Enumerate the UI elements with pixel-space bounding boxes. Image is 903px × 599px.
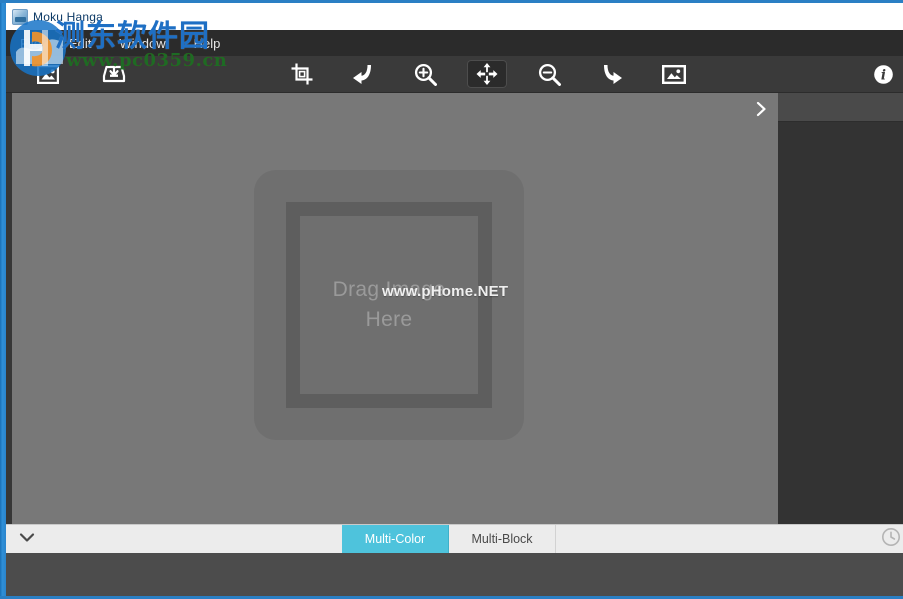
clock-circle-icon <box>881 527 901 552</box>
title-bar: Moku Hanga <box>6 3 903 30</box>
menu-item-file[interactable]: File <box>6 33 55 54</box>
dropzone-frame <box>286 202 492 408</box>
redo-button[interactable] <box>592 60 632 88</box>
redo-arrow-icon <box>600 63 624 85</box>
info-circle-icon: i <box>873 64 894 85</box>
chevron-down-icon <box>19 530 35 548</box>
image-dropzone[interactable]: Drag Image Here <box>254 170 524 440</box>
menu-item-window[interactable]: Window <box>105 33 179 54</box>
tabbar-options-button[interactable] <box>881 525 903 553</box>
toolbar: i <box>6 56 903 93</box>
zoom-in-button[interactable] <box>405 60 445 88</box>
tab-multi-color[interactable]: Multi-Color <box>342 525 449 553</box>
menu-bar: File Edit Window Help <box>6 30 903 56</box>
info-button[interactable]: i <box>863 60 903 88</box>
save-image-button[interactable] <box>94 60 134 88</box>
svg-text:i: i <box>880 67 885 83</box>
zoom-in-icon <box>414 63 437 86</box>
right-side-panel <box>778 92 903 524</box>
undo-arrow-icon <box>351 63 375 85</box>
window-border-top <box>0 0 903 3</box>
bottom-filler-area <box>6 552 903 596</box>
right-panel-header <box>778 92 903 122</box>
zoom-out-icon <box>538 63 561 86</box>
image-save-icon <box>101 64 127 84</box>
crop-button[interactable] <box>282 60 322 88</box>
image-canvas[interactable]: Drag Image Here <box>12 92 778 524</box>
application-window: Moku Hanga File Edit Window Help <box>0 0 903 599</box>
pan-tool-button[interactable] <box>467 60 507 88</box>
panel-expand-toggle[interactable] <box>750 99 772 123</box>
image-open-icon <box>37 65 59 84</box>
window-title: Moku Hanga <box>33 10 103 24</box>
zoom-out-button[interactable] <box>529 60 569 88</box>
image-fit-icon <box>662 65 686 84</box>
bottom-tab-bar: Multi-Color Multi-Block <box>6 524 903 553</box>
move-arrows-icon <box>476 63 498 85</box>
dropzone-core <box>300 216 478 394</box>
window-border-left <box>0 0 6 599</box>
chevron-right-icon <box>756 101 767 122</box>
fit-image-button[interactable] <box>654 60 694 88</box>
open-image-button[interactable] <box>28 60 68 88</box>
app-image-icon <box>12 9 28 25</box>
tab-multi-block[interactable]: Multi-Block <box>449 525 556 553</box>
tabbar-right-spacer <box>556 525 881 553</box>
panel-collapse-toggle[interactable] <box>6 525 48 553</box>
menu-item-edit[interactable]: Edit <box>55 33 105 54</box>
tabbar-left-spacer <box>48 525 342 553</box>
undo-button[interactable] <box>343 60 383 88</box>
canvas-left-gutter <box>6 92 12 524</box>
crop-icon <box>291 63 313 85</box>
menu-item-help[interactable]: Help <box>180 33 235 54</box>
